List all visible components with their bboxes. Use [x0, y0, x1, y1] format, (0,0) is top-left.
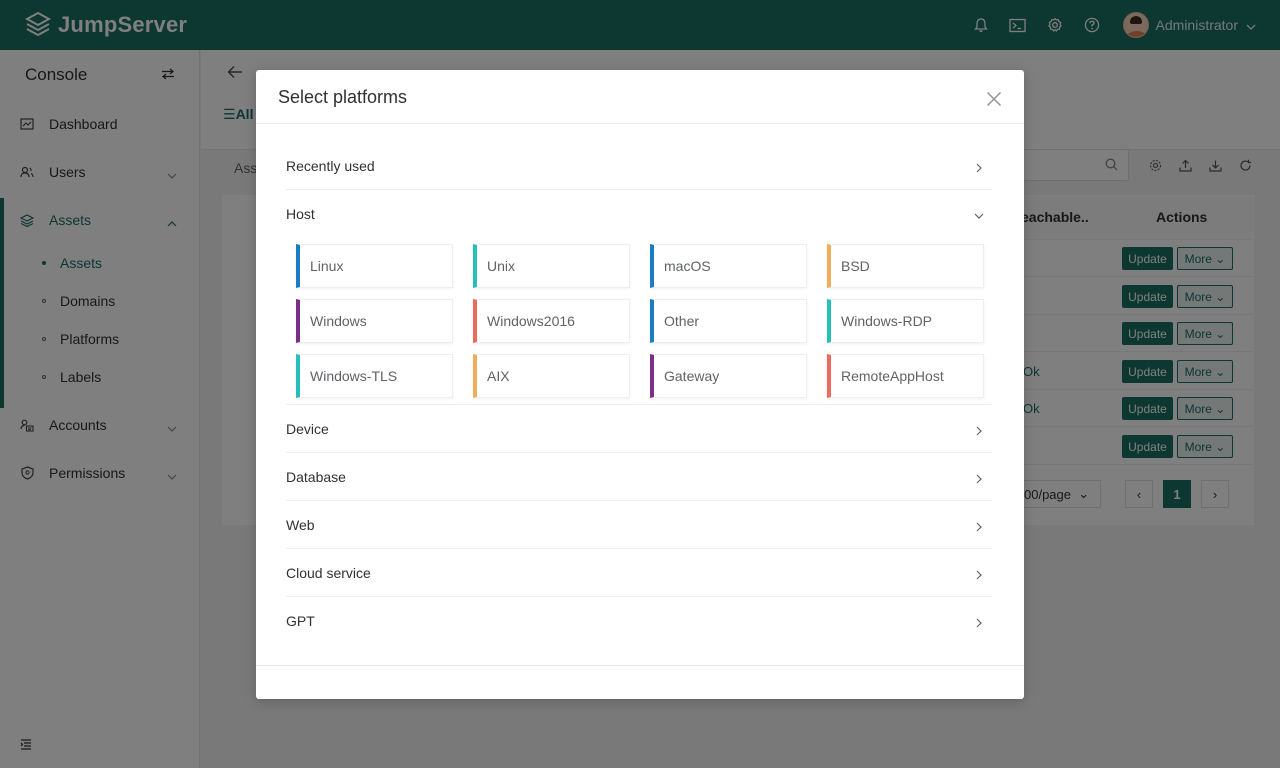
close-icon[interactable] — [986, 91, 1002, 107]
platform-card-gateway[interactable]: Gateway — [650, 354, 807, 398]
category-database[interactable]: Database — [286, 453, 992, 501]
platform-card-linux[interactable]: Linux — [296, 244, 453, 288]
category-gpt[interactable]: GPT — [286, 597, 992, 645]
chevron-right-icon — [974, 471, 984, 484]
platform-card-aix[interactable]: AIX — [473, 354, 630, 398]
platform-card-windows2016[interactable]: Windows2016 — [473, 299, 630, 343]
category-device[interactable]: Device — [286, 405, 992, 453]
chevron-right-icon — [974, 423, 984, 436]
platform-card-remoteapphost[interactable]: RemoteAppHost — [827, 354, 984, 398]
chevron-right-icon — [974, 519, 984, 532]
platform-card-unix[interactable]: Unix — [473, 244, 630, 288]
category-recently-used[interactable]: Recently used — [286, 142, 992, 190]
platform-card-windows-rdp[interactable]: Windows-RDP — [827, 299, 984, 343]
platform-card-windows[interactable]: Windows — [296, 299, 453, 343]
category-cloud-service[interactable]: Cloud service — [286, 549, 992, 597]
platform-card-bsd[interactable]: BSD — [827, 244, 984, 288]
platform-card-other[interactable]: Other — [650, 299, 807, 343]
select-platforms-dialog: Select platforms Recently used Host Linu… — [256, 70, 1024, 699]
dialog-footer-divider — [256, 665, 1024, 666]
category-host[interactable]: Host — [286, 190, 992, 238]
category-web[interactable]: Web — [286, 501, 992, 549]
platform-card-macos[interactable]: macOS — [650, 244, 807, 288]
platform-card-windows-tls[interactable]: Windows-TLS — [296, 354, 453, 398]
host-platform-grid: Linux Unix macOS BSD Windows Windows2016… — [286, 238, 992, 405]
dialog-title: Select platforms — [278, 87, 408, 107]
chevron-right-icon — [974, 160, 984, 173]
chevron-right-icon — [974, 567, 984, 580]
chevron-right-icon — [974, 615, 984, 628]
chevron-down-icon — [974, 208, 984, 219]
